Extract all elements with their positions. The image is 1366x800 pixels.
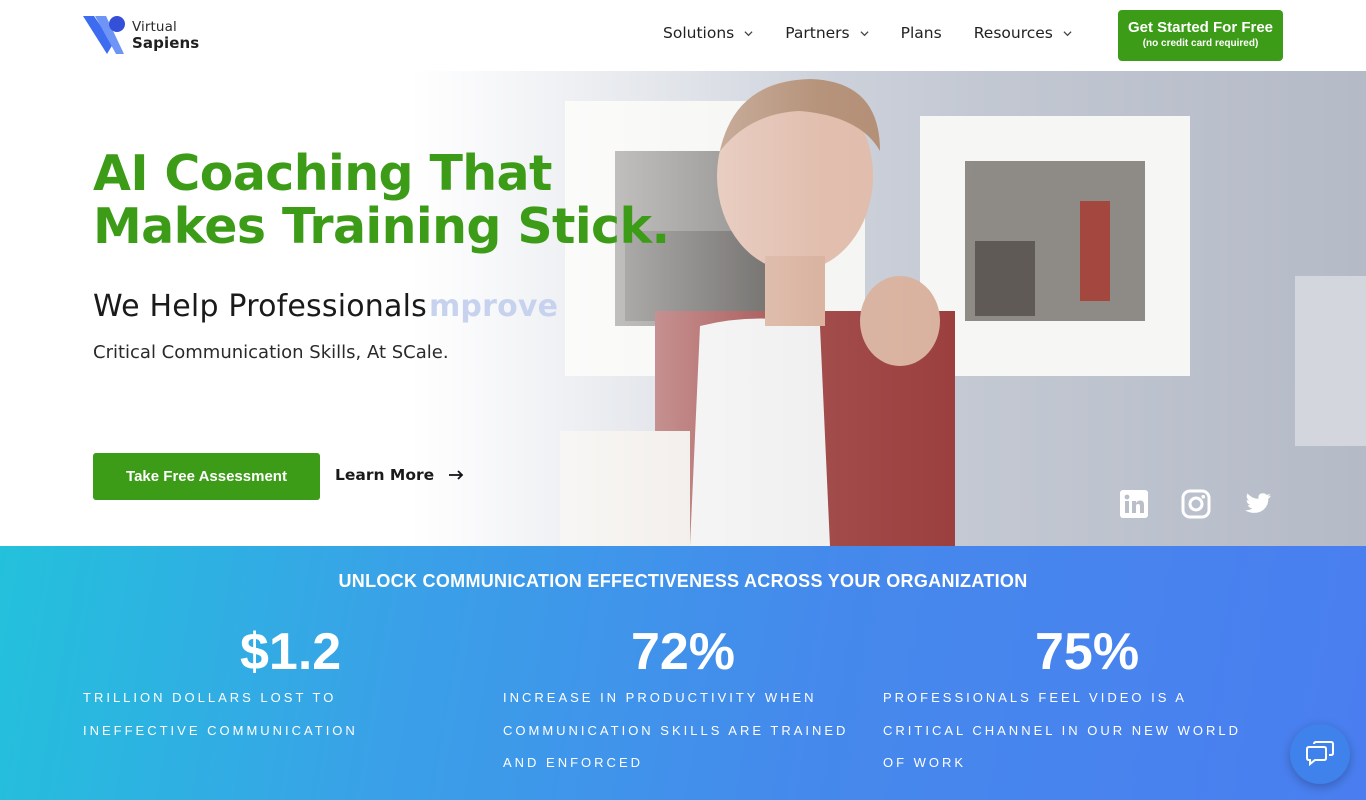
stat-value: $1.2 — [240, 623, 342, 681]
hero-subhead: We Help Professionalsmprove — [93, 289, 558, 324]
nav-plans-label: Plans — [900, 24, 942, 42]
nav-partners[interactable]: Partners — [785, 24, 869, 42]
logo-mark-icon — [83, 16, 125, 54]
brand-logo[interactable]: Virtual Sapiens — [82, 14, 212, 58]
twitter-icon[interactable] — [1243, 489, 1273, 519]
stat-label: PROFESSIONALS FEEL VIDEO IS A CRITICAL C… — [883, 690, 1242, 770]
nav-resources[interactable]: Resources — [974, 24, 1072, 42]
chat-widget-button[interactable] — [1290, 724, 1350, 784]
stats-section: UNLOCK COMMUNICATION EFFECTIVENESS ACROS… — [0, 546, 1366, 800]
stat-card: 72% INCREASE IN PRODUCTIVITY WHEN COMMUN… — [503, 624, 873, 780]
stats-title: UNLOCK COMMUNICATION EFFECTIVENESS ACROS… — [338, 571, 1028, 591]
social-links — [1119, 489, 1305, 519]
site-header: Virtual Sapiens Solutions Partners Plans… — [0, 0, 1366, 71]
nav-solutions-label: Solutions — [663, 24, 735, 42]
nav-resources-label: Resources — [973, 24, 1053, 42]
stat-label: TRILLION DOLLARS LOST TO INEFFECTIVE COM… — [83, 690, 358, 738]
chevron-down-icon — [744, 30, 753, 36]
get-started-button[interactable]: Get Started For Free (no credit card req… — [1118, 10, 1283, 61]
brand-wordmark: Virtual Sapiens — [132, 19, 199, 51]
no-credit-card-note: (no credit card required) — [1142, 38, 1259, 49]
linkedin-icon[interactable] — [1119, 489, 1149, 519]
take-free-assessment-button[interactable]: Take Free Assessment — [93, 453, 320, 500]
learn-more-link[interactable]: Learn More — [335, 466, 464, 484]
nav-partners-label: Partners — [785, 24, 850, 42]
main-nav: Solutions Partners Plans Resources — [663, 24, 1104, 42]
arrow-right-icon — [449, 470, 464, 480]
hero-headline: AI Coaching That Makes Training Stick. — [93, 147, 713, 253]
stat-label: INCREASE IN PRODUCTIVITY WHEN COMMUNICAT… — [503, 690, 849, 770]
chat-bubble-icon — [1306, 741, 1334, 767]
instagram-icon[interactable] — [1181, 489, 1211, 519]
hero-description: Critical Communication Skills, At SCale. — [93, 342, 449, 363]
chevron-down-icon — [860, 30, 869, 36]
headline-line1: AI Coaching That — [93, 145, 552, 202]
nav-plans[interactable]: Plans — [901, 24, 942, 42]
stat-card: 75% PROFESSIONALS FEEL VIDEO IS A CRITIC… — [883, 624, 1253, 780]
brand-line2: Sapiens — [132, 34, 200, 52]
stat-value: 75% — [1035, 623, 1140, 681]
assessment-label: Take Free Assessment — [126, 468, 287, 485]
nav-solutions[interactable]: Solutions — [663, 24, 753, 42]
subhead-text: We Help Professionals — [93, 289, 427, 324]
learn-more-label: Learn More — [335, 466, 435, 484]
hero-section: AI Coaching That Makes Training Stick. W… — [0, 71, 1366, 546]
rotating-word: mprove — [428, 289, 559, 324]
headline-line2: Makes Training Stick. — [93, 198, 670, 255]
chevron-down-icon — [1063, 30, 1072, 36]
stat-card: $1.2 TRILLION DOLLARS LOST TO INEFFECTIV… — [83, 624, 453, 747]
stat-value: 72% — [630, 623, 736, 681]
get-started-label: Get Started For Free — [1127, 19, 1274, 36]
brand-line1: Virtual — [132, 19, 177, 35]
